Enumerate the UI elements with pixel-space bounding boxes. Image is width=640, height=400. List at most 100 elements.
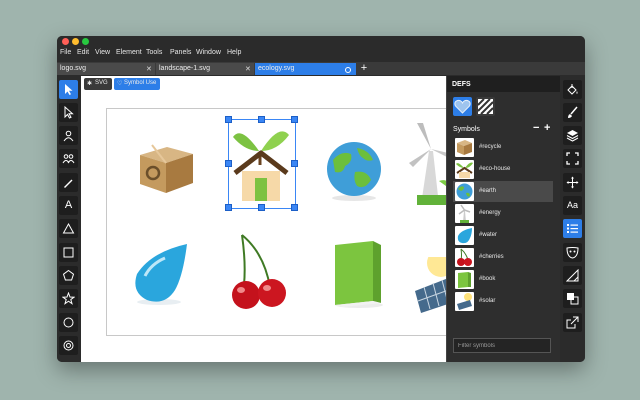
recycle-box-icon[interactable]	[135, 141, 195, 195]
star-tool-button[interactable]	[59, 289, 78, 308]
fullscreen-button[interactable]	[563, 149, 582, 168]
paint-bucket-icon	[567, 84, 578, 95]
symbol-item-recycle[interactable]: #recycle	[453, 137, 553, 158]
menu-element[interactable]: Element	[116, 49, 142, 56]
symbol-item-label: #earth	[479, 188, 497, 194]
triangle-ruler-icon	[566, 269, 579, 282]
menu-panels[interactable]: Panels	[170, 49, 191, 56]
canvas-area[interactable]: ✱ SVG ♡ Symbol Use	[81, 76, 458, 362]
gear-icon: ✱	[87, 81, 93, 87]
users-tool-button[interactable]	[59, 149, 78, 168]
remove-symbol-button[interactable]: −	[533, 122, 539, 134]
symbol-item-solar[interactable]: #solar	[453, 291, 553, 312]
export-icon	[566, 316, 579, 329]
list-icon	[567, 224, 578, 233]
close-icon[interactable]: ✕	[146, 65, 152, 73]
fill-panel-button[interactable]	[563, 80, 582, 99]
menu-file[interactable]: File	[60, 49, 71, 56]
circle-tool-button[interactable]	[59, 313, 78, 332]
new-tab-button[interactable]: +	[358, 62, 370, 75]
ring-tool-button[interactable]	[59, 336, 78, 355]
symbol-item-energy[interactable]: #energy	[453, 203, 553, 224]
resize-handle[interactable]	[291, 116, 298, 123]
book-icon[interactable]	[333, 239, 385, 309]
svg-root-label: SVG	[95, 80, 108, 86]
add-symbol-button[interactable]: +	[544, 122, 550, 134]
defs-heart-preview[interactable]	[453, 97, 472, 116]
stroke-panel-button[interactable]	[563, 103, 582, 122]
pointer-tool-button[interactable]	[59, 80, 78, 99]
svg-document[interactable]	[106, 108, 458, 336]
pentagon-icon	[62, 269, 75, 281]
text-panel-button[interactable]: Aa	[563, 196, 582, 215]
pattern-icon	[477, 98, 494, 115]
resize-handle[interactable]	[291, 160, 298, 167]
resize-handle[interactable]	[291, 204, 298, 211]
close-window-button[interactable]	[62, 38, 69, 45]
wind-turbine-icon	[455, 204, 474, 223]
recycle-box-icon	[455, 138, 474, 157]
resize-handle[interactable]	[225, 204, 232, 211]
zoom-window-button[interactable]	[82, 38, 89, 45]
close-icon[interactable]: ✕	[245, 65, 251, 73]
heart-icon: ♡	[117, 81, 123, 87]
ring-icon	[63, 340, 74, 351]
selection-box[interactable]	[228, 119, 296, 209]
geometry-panel-button[interactable]	[563, 266, 582, 285]
symbol-item-water[interactable]: #water	[453, 225, 553, 246]
symbol-item-label: #eco-house	[479, 166, 511, 172]
symbols-label: Symbols	[453, 126, 480, 133]
earth-icon[interactable]	[323, 140, 385, 202]
tab-ecology[interactable]: ecology.svg	[255, 63, 356, 75]
symbol-item-earth[interactable]: #earth	[453, 181, 553, 202]
symbol-item-book[interactable]: #book	[453, 269, 553, 290]
resize-handle[interactable]	[258, 116, 265, 123]
resize-handle[interactable]	[258, 204, 265, 211]
filter-symbols-input[interactable]	[453, 338, 551, 353]
symbol-item-label: #cherries	[479, 254, 504, 260]
defs-panel-button[interactable]	[563, 219, 582, 238]
pen-tool-button[interactable]	[59, 173, 78, 192]
menu-tools[interactable]: Tools	[146, 49, 162, 56]
symbol-item-cherries[interactable]: #cherries	[453, 247, 553, 268]
water-drop-icon[interactable]	[131, 242, 191, 306]
layers-panel-button[interactable]	[563, 126, 582, 145]
menu-help[interactable]: Help	[227, 49, 241, 56]
symbol-item-eco-house[interactable]: #eco-house	[453, 159, 553, 180]
unsaved-dot-icon[interactable]	[345, 67, 351, 73]
resize-handle[interactable]	[225, 116, 232, 123]
rectangle-tool-button[interactable]	[59, 243, 78, 262]
user-icon	[63, 130, 74, 142]
triangle-tool-button[interactable]	[59, 219, 78, 238]
menu-window[interactable]: Window	[196, 49, 221, 56]
pentagon-tool-button[interactable]	[59, 266, 78, 285]
heart-icon	[454, 99, 471, 114]
solar-panel-icon	[455, 292, 474, 311]
symbol-use-button[interactable]: ♡ Symbol Use	[114, 78, 160, 90]
book-icon	[455, 270, 474, 289]
mask-panel-button[interactable]	[563, 243, 582, 262]
svg-root-button[interactable]: ✱ SVG	[84, 78, 112, 90]
symbol-item-label: #book	[479, 276, 496, 282]
tab-logo[interactable]: logo.svg ✕	[57, 63, 155, 75]
defs-pattern-preview[interactable]	[476, 97, 495, 116]
transform-panel-button[interactable]	[563, 173, 582, 192]
layers-icon	[566, 130, 579, 142]
cherries-icon[interactable]	[230, 233, 290, 313]
export-panel-button[interactable]	[563, 313, 582, 332]
tab-label: logo.svg	[60, 65, 87, 72]
pen-icon	[64, 179, 73, 188]
menu-view[interactable]: View	[95, 49, 110, 56]
user-tool-button[interactable]	[59, 126, 78, 145]
minimize-window-button[interactable]	[72, 38, 79, 45]
mask-icon	[566, 247, 579, 259]
right-toolbar: Aa	[560, 76, 585, 362]
text-tool-button[interactable]: A	[59, 196, 78, 215]
menu-edit[interactable]: Edit	[77, 49, 89, 56]
node-tool-button[interactable]	[59, 103, 78, 122]
tab-landscape[interactable]: landscape-1.svg ✕	[156, 63, 254, 75]
resize-handle[interactable]	[225, 160, 232, 167]
users-icon	[62, 154, 75, 164]
text-icon: A	[64, 199, 73, 211]
arrange-panel-button[interactable]	[563, 289, 582, 308]
